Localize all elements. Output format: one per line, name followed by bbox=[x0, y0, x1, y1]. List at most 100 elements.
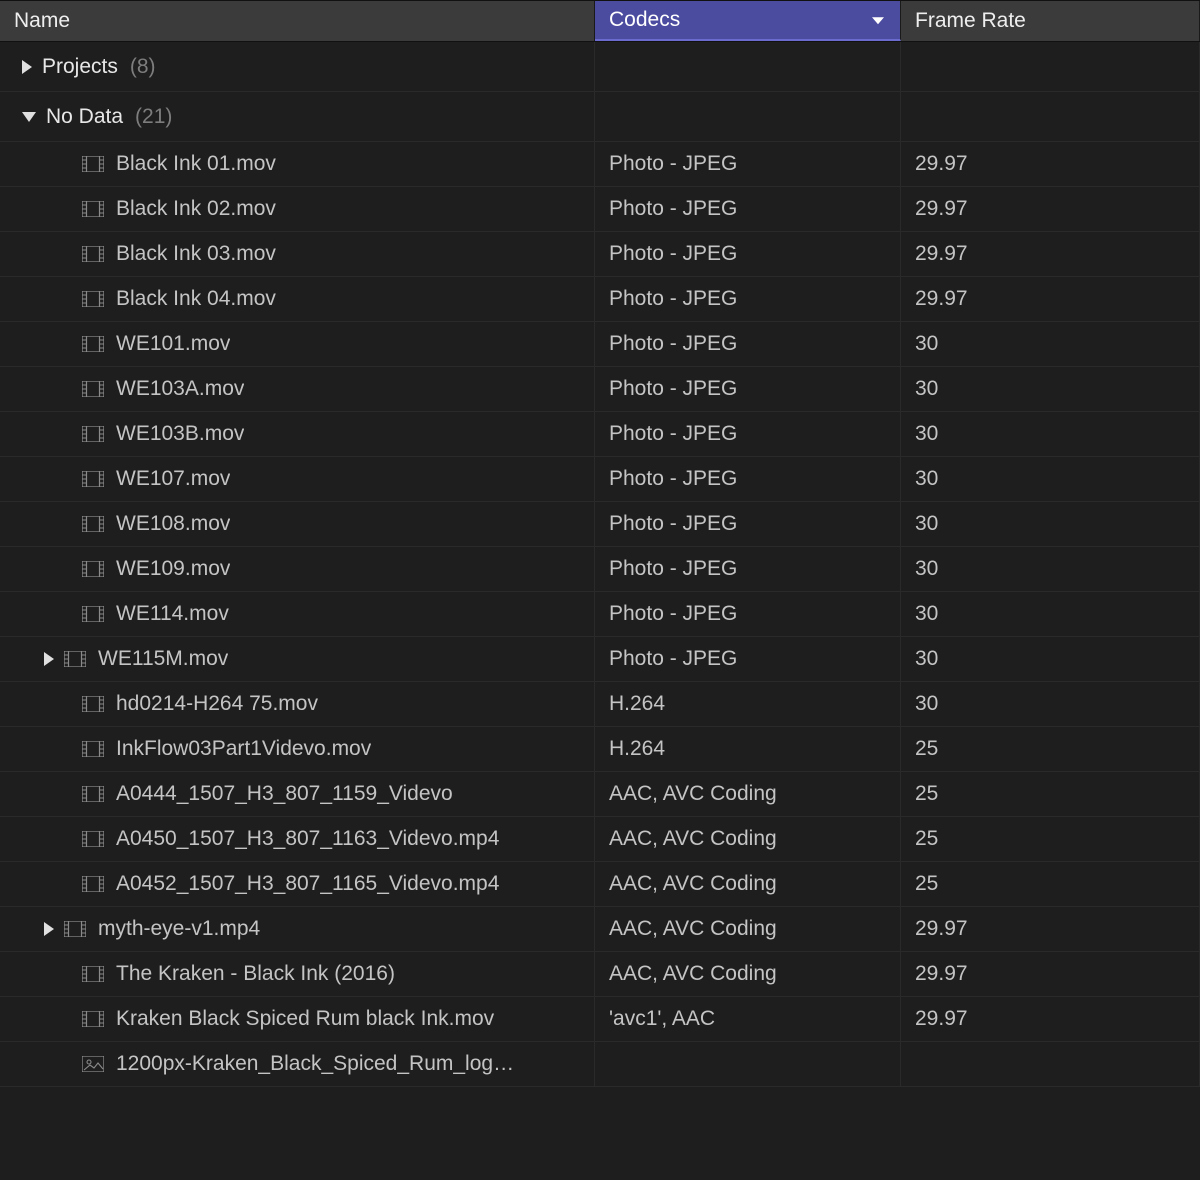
media-browser-list: Name Codecs Frame Rate Projects (8) bbox=[0, 0, 1200, 1180]
column-header-framerate[interactable]: Frame Rate bbox=[901, 1, 1200, 41]
codec-value: AAC, AVC Coding bbox=[609, 782, 777, 806]
cell-codec: Photo - JPEG bbox=[595, 232, 901, 276]
table-row[interactable]: WE115M.mov Photo - JPEG 30 bbox=[0, 637, 1200, 682]
codec-value: Photo - JPEG bbox=[609, 467, 737, 491]
film-icon bbox=[82, 741, 104, 757]
codec-value: H.264 bbox=[609, 737, 665, 761]
cell-name: myth-eye-v1.mp4 bbox=[0, 907, 595, 951]
table-row[interactable]: Black Ink 04.movPhoto - JPEG29.97 bbox=[0, 277, 1200, 322]
disclosure-right-icon[interactable] bbox=[44, 652, 54, 666]
table-row[interactable]: Black Ink 03.movPhoto - JPEG29.97 bbox=[0, 232, 1200, 277]
cell-framerate: 29.97 bbox=[901, 952, 1200, 996]
film-icon bbox=[82, 381, 104, 397]
cell-codec: Photo - JPEG bbox=[595, 322, 901, 366]
film-icon bbox=[82, 156, 104, 172]
clip-name: The Kraken - Black Ink (2016) bbox=[116, 962, 395, 986]
cell-framerate: 30 bbox=[901, 367, 1200, 411]
table-row[interactable]: A0452_1507_H3_807_1165_Videvo.mp4AAC, AV… bbox=[0, 862, 1200, 907]
cell-name: WE115M.mov bbox=[0, 637, 595, 681]
framerate-value: 30 bbox=[915, 332, 938, 356]
cell-codec: AAC, AVC Coding bbox=[595, 817, 901, 861]
cell-framerate: 30 bbox=[901, 502, 1200, 546]
clip-name: Black Ink 02.mov bbox=[116, 197, 276, 221]
column-header-codecs[interactable]: Codecs bbox=[595, 1, 901, 41]
table-row[interactable]: WE108.mov Photo - JPEG 30 bbox=[0, 502, 1200, 547]
cell-name: WE101.mov bbox=[0, 322, 595, 366]
list-body: Projects (8) No Data (21) Black Ink 01.m… bbox=[0, 42, 1200, 1180]
disclosure-right-icon[interactable] bbox=[22, 60, 32, 74]
cell-framerate: 29.97 bbox=[901, 997, 1200, 1041]
table-row[interactable]: WE107.movPhoto - JPEG30 bbox=[0, 457, 1200, 502]
cell-name: Black Ink 01.mov bbox=[0, 142, 595, 186]
codec-value: 'avc1', AAC bbox=[609, 1007, 715, 1031]
cell-codec: Photo - JPEG bbox=[595, 637, 901, 681]
cell-codec: AAC, AVC Coding bbox=[595, 952, 901, 996]
clip-name: hd0214-H264 75.mov bbox=[116, 692, 318, 716]
table-row[interactable]: InkFlow03Part1Videvo.movH.26425 bbox=[0, 727, 1200, 772]
cell-framerate: 30 bbox=[901, 637, 1200, 681]
table-row[interactable]: 1200px-Kraken_Black_Spiced_Rum_log… bbox=[0, 1042, 1200, 1087]
cell-codec: 'avc1', AAC bbox=[595, 997, 901, 1041]
film-icon bbox=[82, 696, 104, 712]
framerate-value: 30 bbox=[915, 512, 938, 536]
cell-codec: Photo - JPEG bbox=[595, 277, 901, 321]
table-row[interactable]: hd0214-H264 75.mov H.264 30 bbox=[0, 682, 1200, 727]
disclosure-right-icon[interactable] bbox=[44, 922, 54, 936]
framerate-value: 30 bbox=[915, 647, 938, 671]
cell-framerate: 29.97 bbox=[901, 277, 1200, 321]
cell-framerate bbox=[901, 1042, 1200, 1086]
table-row[interactable]: WE103B.movPhoto - JPEG30 bbox=[0, 412, 1200, 457]
cell-codec: AAC, AVC Coding bbox=[595, 772, 901, 816]
codec-value: Photo - JPEG bbox=[609, 152, 737, 176]
clip-name: WE108.mov bbox=[116, 512, 230, 536]
clip-name: WE107.mov bbox=[116, 467, 230, 491]
group-count: (21) bbox=[135, 105, 172, 129]
table-row[interactable]: A0450_1507_H3_807_1163_Videvo.mp4AAC, AV… bbox=[0, 817, 1200, 862]
codec-value: H.264 bbox=[609, 692, 665, 716]
table-row[interactable]: WE103A.movPhoto - JPEG30 bbox=[0, 367, 1200, 412]
framerate-value: 30 bbox=[915, 557, 938, 581]
framerate-value: 30 bbox=[915, 377, 938, 401]
table-row[interactable]: WE114.movPhoto - JPEG30 bbox=[0, 592, 1200, 637]
cell-codec: H.264 bbox=[595, 727, 901, 771]
cell-name: WE103A.mov bbox=[0, 367, 595, 411]
table-row[interactable]: Black Ink 02.mov Photo - JPEG 29.97 bbox=[0, 187, 1200, 232]
codec-value: Photo - JPEG bbox=[609, 647, 737, 671]
disclosure-down-icon[interactable] bbox=[22, 112, 36, 122]
clip-name: WE114.mov bbox=[116, 602, 229, 626]
cell-codec: H.264 bbox=[595, 682, 901, 726]
column-header-name-label: Name bbox=[14, 9, 70, 33]
framerate-value: 29.97 bbox=[915, 197, 968, 221]
cell-codec: Photo - JPEG bbox=[595, 187, 901, 231]
table-row[interactable]: myth-eye-v1.mp4AAC, AVC Coding29.97 bbox=[0, 907, 1200, 952]
clip-name: InkFlow03Part1Videvo.mov bbox=[116, 737, 371, 761]
table-row[interactable]: Kraken Black Spiced Rum black Ink.mov 'av… bbox=[0, 997, 1200, 1042]
cell-framerate: 30 bbox=[901, 412, 1200, 456]
cell-codec bbox=[595, 1042, 901, 1086]
film-icon bbox=[82, 561, 104, 577]
codec-value: Photo - JPEG bbox=[609, 242, 737, 266]
framerate-value: 29.97 bbox=[915, 917, 968, 941]
film-icon bbox=[82, 426, 104, 442]
film-icon bbox=[64, 921, 86, 937]
cell-codec: AAC, AVC Coding bbox=[595, 862, 901, 906]
table-row[interactable]: WE109.movPhoto - JPEG30 bbox=[0, 547, 1200, 592]
cell-framerate: 25 bbox=[901, 772, 1200, 816]
group-row-nodata[interactable]: No Data (21) bbox=[0, 92, 1200, 142]
cell-name: A0450_1507_H3_807_1163_Videvo.mp4 bbox=[0, 817, 595, 861]
group-row-projects[interactable]: Projects (8) bbox=[0, 42, 1200, 92]
column-header-name[interactable]: Name bbox=[0, 1, 595, 41]
cell-name: Black Ink 02.mov bbox=[0, 187, 595, 231]
film-icon bbox=[82, 966, 104, 982]
codec-value: Photo - JPEG bbox=[609, 287, 737, 311]
cell-name: WE114.mov bbox=[0, 592, 595, 636]
cell-name: Kraken Black Spiced Rum black Ink.mov bbox=[0, 997, 595, 1041]
group-count: (8) bbox=[130, 55, 156, 79]
table-row[interactable]: The Kraken - Black Ink (2016) AAC, AVC Co… bbox=[0, 952, 1200, 997]
cell-framerate: 30 bbox=[901, 682, 1200, 726]
framerate-value: 25 bbox=[915, 872, 938, 896]
table-row[interactable]: WE101.movPhoto - JPEG 30 bbox=[0, 322, 1200, 367]
table-row[interactable]: Black Ink 01.movPhoto - JPEG29.97 bbox=[0, 142, 1200, 187]
cell-codec: Photo - JPEG bbox=[595, 502, 901, 546]
table-row[interactable]: A0444_1507_H3_807_1159_VidevoAAC, AVC Co… bbox=[0, 772, 1200, 817]
